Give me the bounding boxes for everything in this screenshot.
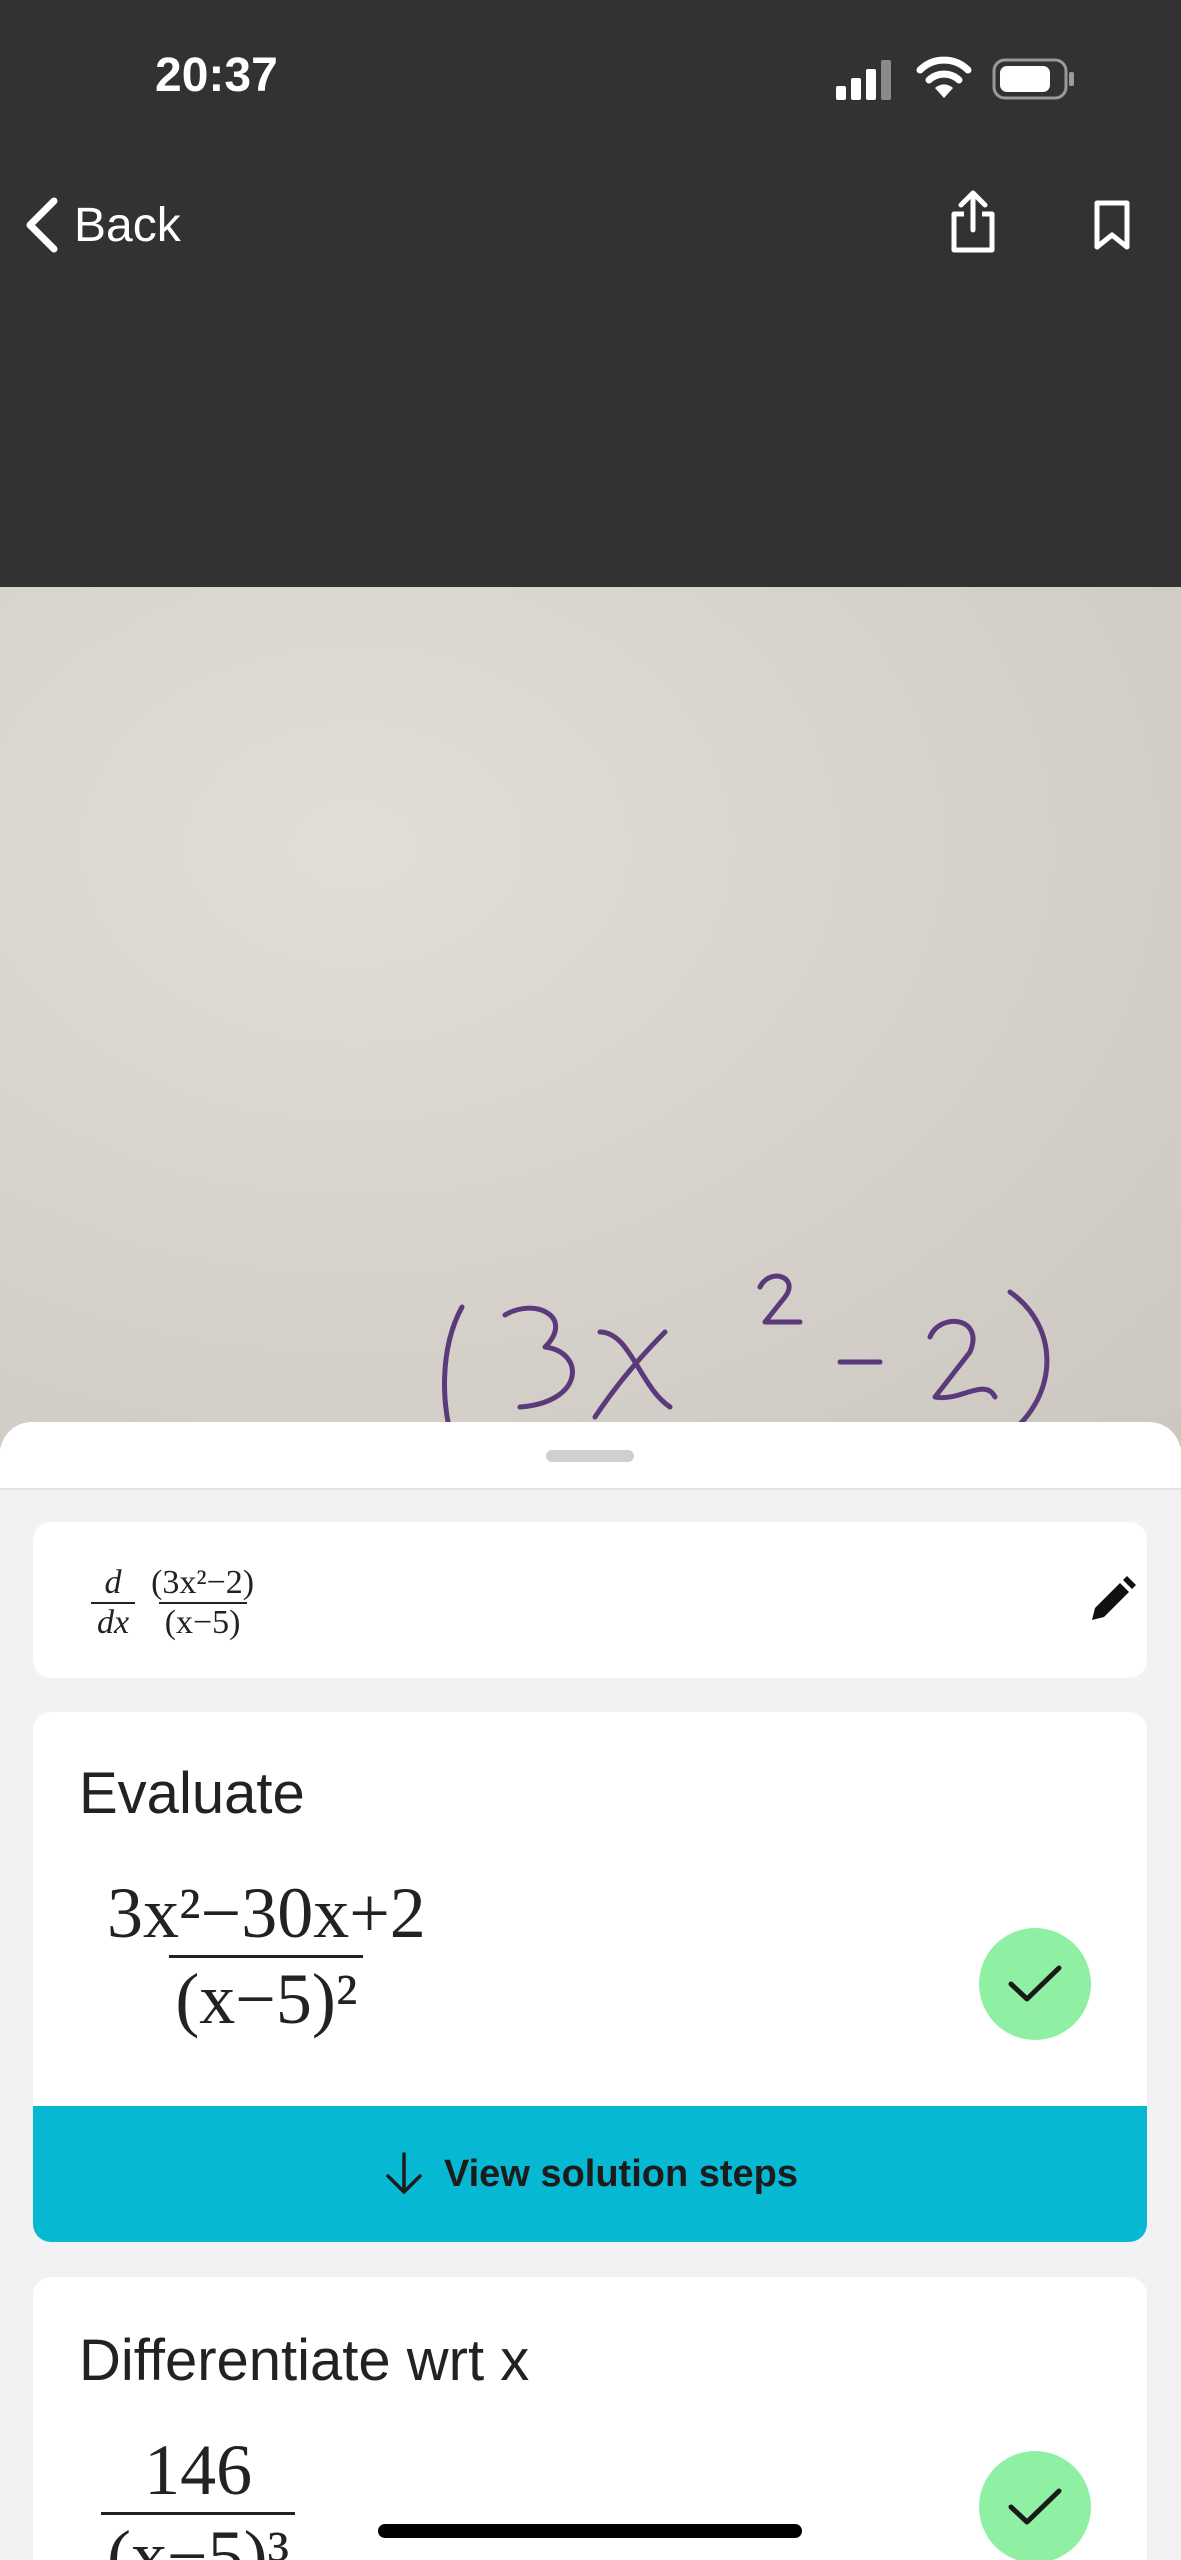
- handwriting-image: [157, 1273, 1050, 1447]
- sheet-header: [0, 1422, 1181, 1490]
- differentiate-result-numerator: 146: [144, 2430, 253, 2510]
- problem-fraction: (3x²−2) (x−5): [145, 1564, 260, 1642]
- cellular-signal-icon: [836, 60, 891, 100]
- evaluate-title: Evaluate: [79, 1761, 305, 1826]
- home-indicator[interactable]: [378, 2524, 802, 2538]
- checkmark-icon: [1008, 1965, 1062, 2002]
- evaluate-result: 3x²−30x+2 (x−5)²: [101, 1872, 432, 2041]
- evaluate-result-numerator: 3x²−30x+2: [107, 1873, 426, 1953]
- chevron-left-icon: [26, 197, 58, 253]
- wifi-icon: [916, 56, 972, 98]
- arrow-down-icon: [386, 2152, 422, 2194]
- evaluate-result-denominator: (x−5)²: [169, 1955, 364, 2041]
- checkmark-icon: [1008, 2488, 1062, 2525]
- status-time: 20:37: [155, 49, 278, 102]
- view-solution-steps-label: View solution steps: [443, 2152, 799, 2195]
- top-bar: 20:37 Back: [0, 0, 1181, 587]
- differentiate-title: Differentiate wrt x: [79, 2328, 530, 2393]
- operator-denominator: dx: [91, 1602, 136, 1642]
- bookmark-icon[interactable]: [1092, 200, 1132, 250]
- back-label: Back: [74, 198, 181, 252]
- view-solution-steps-button[interactable]: View solution steps: [33, 2106, 1147, 2242]
- edit-pencil-icon[interactable]: [1086, 1574, 1138, 1626]
- differentiate-result: 146 (x−5)³: [101, 2429, 296, 2560]
- results-sheet: d dx (3x²−2) (x−5) Evaluate 3x²−30x+2 (x…: [0, 1422, 1181, 2560]
- operator-numerator: d: [104, 1564, 122, 1601]
- problem-expression: d dx (3x²−2) (x−5): [91, 1558, 260, 1648]
- sheet-grabber[interactable]: [546, 1450, 634, 1462]
- differentiate-card: Differentiate wrt x 146 (x−5)³: [33, 2277, 1147, 2560]
- derivative-operator: d dx: [91, 1564, 136, 1642]
- captured-photo: [0, 587, 1181, 1447]
- battery-icon: [992, 58, 1074, 100]
- evaluate-check-badge: [979, 1928, 1091, 2040]
- differentiate-check-badge: [979, 2451, 1091, 2560]
- back-button[interactable]: Back: [20, 190, 181, 260]
- problem-numerator: (3x²−2): [151, 1564, 255, 1601]
- evaluate-card: Evaluate 3x²−30x+2 (x−5)² View solution …: [33, 1712, 1147, 2242]
- problem-card[interactable]: d dx (3x²−2) (x−5): [33, 1522, 1147, 1678]
- problem-denominator: (x−5): [158, 1602, 247, 1642]
- share-icon[interactable]: [948, 190, 998, 254]
- differentiate-result-denominator: (x−5)³: [101, 2512, 296, 2560]
